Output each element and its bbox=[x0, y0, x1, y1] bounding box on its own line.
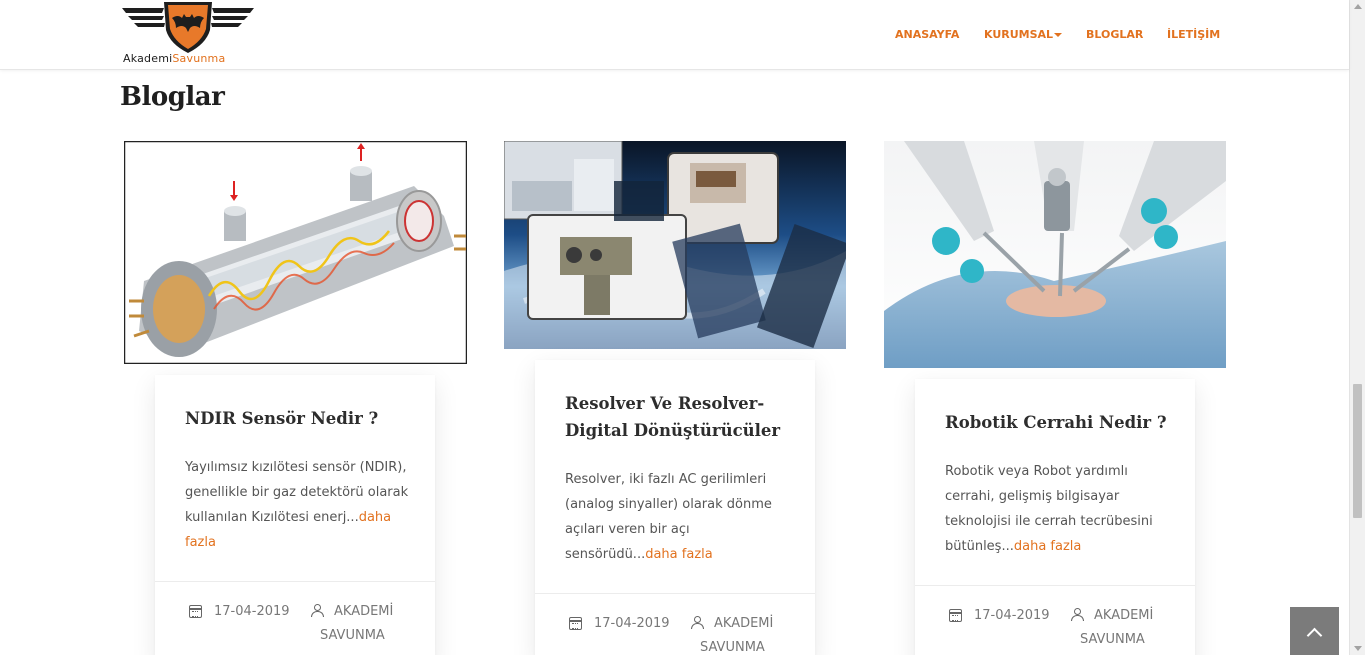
card-divider bbox=[915, 585, 1195, 586]
post-author[interactable]: AKADEMİ SAVUNMA bbox=[700, 612, 780, 655]
nav-item-kurumsal[interactable]: KURUMSAL bbox=[984, 28, 1063, 41]
resolver-collage-image bbox=[504, 141, 846, 349]
post-title[interactable]: Resolver Ve Resolver-Digital Dönüştürücü… bbox=[565, 390, 795, 444]
read-more-link[interactable]: daha fazla bbox=[1014, 539, 1082, 554]
post-card-resolver: Resolver Ve Resolver-Digital Dönüştürücü… bbox=[535, 360, 815, 655]
card-divider bbox=[535, 593, 815, 594]
post-image-ndir[interactable] bbox=[124, 141, 467, 364]
page-title: Bloglar bbox=[120, 82, 225, 112]
post-author[interactable]: AKADEMİ SAVUNMA bbox=[1080, 604, 1160, 652]
page-scrollbar[interactable] bbox=[1349, 0, 1365, 655]
post-image-resolver[interactable] bbox=[504, 141, 846, 349]
calendar-icon bbox=[949, 609, 962, 622]
caret-down-icon bbox=[1054, 33, 1063, 37]
ndir-sensor-illustration bbox=[124, 141, 467, 364]
post-date: 17-04-2019 bbox=[594, 616, 670, 631]
read-more-link[interactable]: daha fazla bbox=[645, 547, 713, 562]
post-excerpt: Resolver, iki fazlı AC gerilimleri (anal… bbox=[565, 467, 790, 567]
logo-text: AkademiSavunma bbox=[123, 52, 226, 65]
site-logo[interactable]: AkademiSavunma bbox=[120, 0, 256, 68]
nav-item-label: KURUMSAL bbox=[984, 28, 1054, 41]
calendar-icon bbox=[189, 605, 202, 618]
post-card-robotik: Robotik Cerrahi Nedir ? Robotik veya Rob… bbox=[915, 379, 1195, 655]
card-divider bbox=[155, 581, 435, 582]
post-title[interactable]: Robotik Cerrahi Nedir ? bbox=[945, 409, 1175, 436]
post-excerpt: Robotik veya Robot yardımlı cerrahi, gel… bbox=[945, 459, 1170, 559]
back-to-top-button[interactable] bbox=[1290, 607, 1339, 655]
post-date: 17-04-2019 bbox=[974, 608, 1050, 623]
nav-item-anasayfa[interactable]: ANASAYFA bbox=[895, 28, 959, 41]
scrollbar-thumb[interactable] bbox=[1353, 384, 1362, 518]
scroll-down-arrow-icon[interactable] bbox=[1354, 646, 1362, 651]
scroll-up-arrow-icon[interactable] bbox=[1354, 4, 1362, 9]
nav-item-iletisim[interactable]: İLETİŞİM bbox=[1167, 28, 1220, 41]
post-image-robotik[interactable] bbox=[884, 141, 1226, 368]
post-date: 17-04-2019 bbox=[214, 604, 290, 619]
post-excerpt: Yayılımsız kızılötesi sensör (NDIR), gen… bbox=[185, 455, 410, 555]
robotic-surgery-image bbox=[884, 141, 1226, 368]
logo-emblem-icon bbox=[122, 2, 254, 53]
calendar-icon bbox=[569, 617, 582, 630]
post-author[interactable]: AKADEMİ SAVUNMA bbox=[320, 600, 400, 648]
site-header: AkademiSavunma ANASAYFA KURUMSAL BLOGLAR… bbox=[0, 0, 1349, 70]
nav-item-bloglar[interactable]: BLOGLAR bbox=[1086, 28, 1143, 41]
post-card-ndir: NDIR Sensör Nedir ? Yayılımsız kızılötes… bbox=[155, 375, 435, 655]
post-title[interactable]: NDIR Sensör Nedir ? bbox=[185, 405, 415, 432]
